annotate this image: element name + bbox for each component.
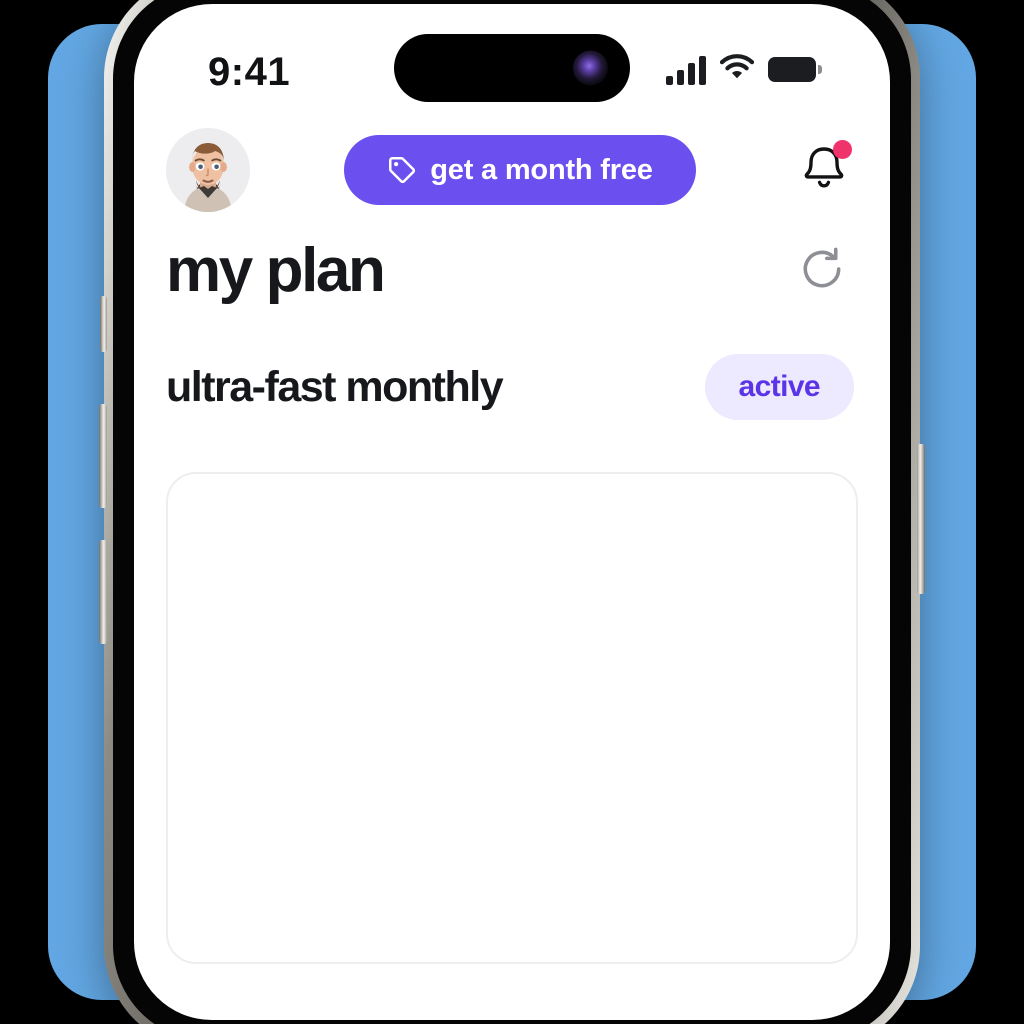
memoji-avatar: [166, 128, 250, 212]
page-title-row: my plan: [166, 240, 858, 302]
signal-bars-icon: [666, 55, 706, 85]
front-camera-icon: [573, 50, 608, 86]
wifi-icon: [719, 54, 755, 85]
volume-down-button[interactable]: [99, 540, 107, 644]
phone-screen: 9:41 get a month free my plan ultra-fast…: [134, 4, 890, 1020]
status-bar-icons: [666, 54, 822, 85]
app-content: get a month free my plan ultra-fast mont…: [134, 122, 890, 1020]
refresh-button[interactable]: [794, 243, 850, 299]
plan-details-card[interactable]: [166, 472, 858, 964]
mute-switch[interactable]: [100, 296, 107, 352]
get-a-month-free-label: get a month free: [430, 153, 653, 186]
tag-icon: [387, 155, 417, 185]
status-bar: 9:41: [134, 4, 890, 122]
power-button[interactable]: [917, 444, 925, 594]
dynamic-island: [394, 34, 630, 102]
page-title: my plan: [166, 236, 386, 305]
battery-full-icon: [768, 57, 822, 82]
status-bar-clock: 9:41: [208, 50, 291, 94]
status-badge: active: [704, 354, 854, 420]
plan-summary-row: ultra-fast monthly active: [166, 354, 858, 420]
notification-badge-dot: [833, 140, 852, 159]
get-a-month-free-button[interactable]: get a month free: [344, 135, 696, 205]
app-header: get a month free: [166, 122, 858, 218]
user-avatar[interactable]: [166, 128, 250, 212]
screenshot-stage: 9:41 get a month free my plan ultra-fast…: [0, 0, 1024, 1024]
volume-up-button[interactable]: [99, 404, 107, 508]
plan-name: ultra-fast monthly: [166, 362, 504, 411]
notifications-button[interactable]: [790, 136, 858, 204]
refresh-icon: [797, 244, 847, 299]
iphone-device: 9:41 get a month free my plan ultra-fast…: [99, 0, 925, 1024]
